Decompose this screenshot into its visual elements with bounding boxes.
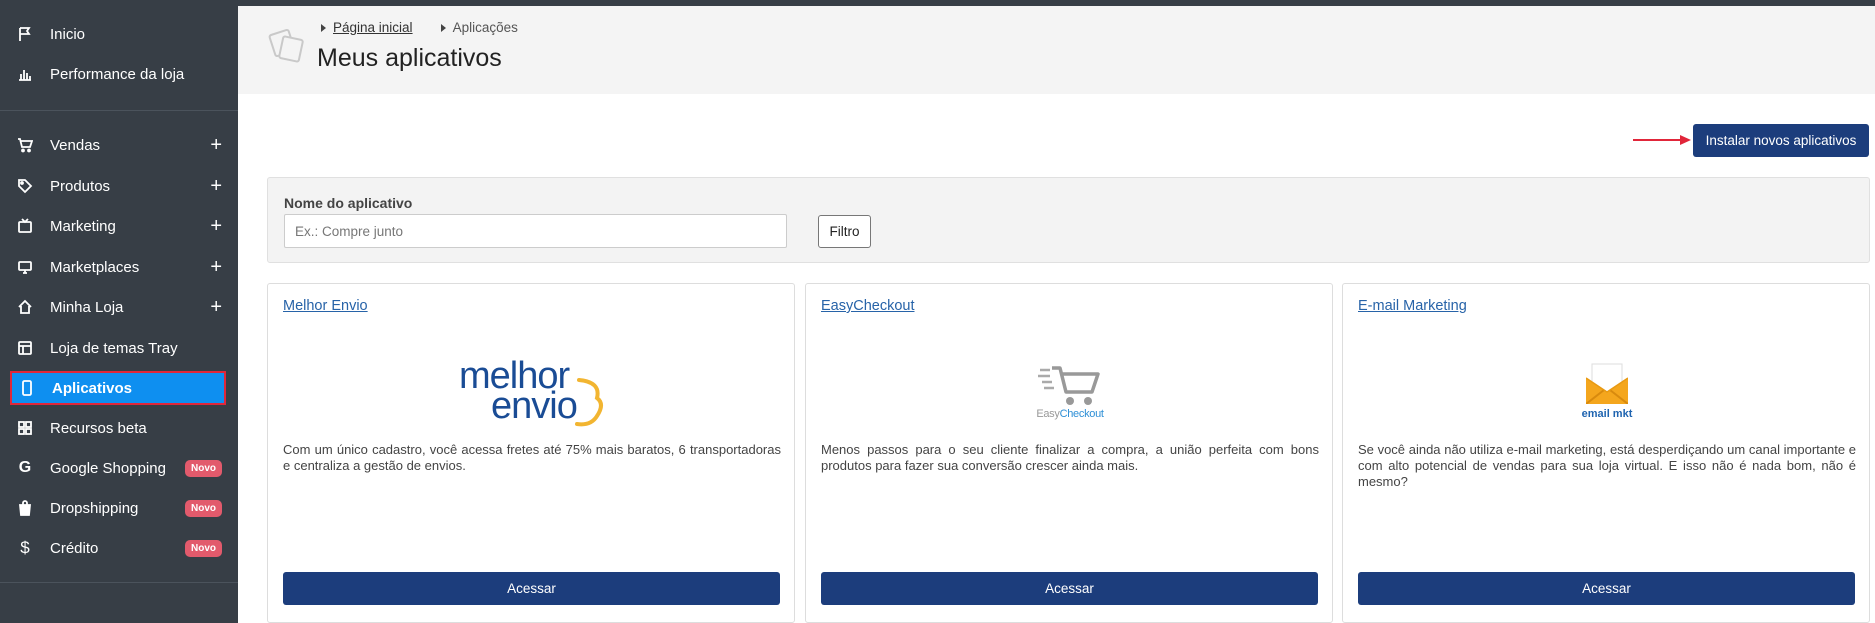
sidebar-item-credito[interactable]: $ Crédito Novo: [10, 532, 226, 564]
sidebar-divider: [0, 110, 238, 111]
sidebar-item-vendas[interactable]: Vendas +: [10, 129, 226, 161]
sidebar-item-label: Recursos beta: [50, 419, 147, 437]
sidebar-item-marketing[interactable]: Marketing +: [10, 210, 226, 242]
app-card-easycheckout: EasyCheckout EasyCheckout Menos passos p…: [805, 283, 1333, 623]
home-icon: [14, 296, 36, 318]
flag-icon: [14, 23, 36, 45]
app-description: Com um único cadastro, você acessa frete…: [283, 442, 781, 473]
filter-button[interactable]: Filtro: [818, 215, 871, 248]
dollar-icon: $: [20, 538, 30, 557]
sidebar-item-produtos[interactable]: Produtos +: [10, 170, 226, 202]
sidebar-item-marketplaces[interactable]: Marketplaces +: [10, 251, 226, 283]
filter-panel: Nome do aplicativo Filtro: [267, 177, 1870, 263]
sidebar-item-label: Minha Loja: [50, 298, 124, 316]
page-title: Meus aplicativos: [317, 44, 502, 72]
phone-icon: [16, 377, 38, 399]
sidebar-item-performance[interactable]: Performance da loja: [10, 58, 226, 90]
easycheckout-logo: EasyCheckout: [806, 354, 1334, 434]
sidebar-item-minha-loja[interactable]: Minha Loja +: [10, 291, 226, 323]
tv-icon: [14, 215, 36, 237]
app-title-link[interactable]: EasyCheckout: [821, 298, 915, 314]
grid-icon: [14, 417, 36, 439]
access-button[interactable]: Acessar: [821, 572, 1318, 605]
cart-logo-icon: [1038, 366, 1100, 405]
access-button[interactable]: Acessar: [283, 572, 780, 605]
app-title-link[interactable]: E-mail Marketing: [1358, 298, 1467, 314]
sidebar-item-label: Inicio: [50, 25, 86, 43]
sidebar-item-label: Crédito: [50, 539, 99, 557]
envelope-icon: [1586, 363, 1628, 404]
sidebar-item-dropshipping[interactable]: Dropshipping Novo: [10, 492, 226, 524]
caret-right-icon: [321, 23, 326, 32]
breadcrumb-current-label: Aplicações: [452, 20, 518, 35]
sidebar-item-recursos-beta[interactable]: Recursos beta: [10, 412, 226, 444]
sidebar-item-label: Performance da loja: [50, 65, 185, 83]
app-description: Menos passos para o seu cliente finaliza…: [821, 442, 1319, 473]
sidebar-item-label: Google Shopping: [50, 459, 166, 477]
melhor-envio-logo: melhor envio: [268, 354, 796, 434]
sidebar-item-label: Produtos: [50, 177, 111, 195]
expand-icon[interactable]: +: [210, 257, 222, 277]
sidebar-item-google-shopping[interactable]: G Google Shopping Novo: [10, 452, 226, 484]
tag-icon: [14, 175, 36, 197]
bar-chart-icon: [14, 63, 36, 85]
app-name-input[interactable]: [284, 214, 787, 248]
access-button[interactable]: Acessar: [1358, 572, 1855, 605]
install-apps-button[interactable]: Instalar novos aplicativos: [1693, 124, 1869, 157]
sidebar-item-label: Marketing: [50, 217, 116, 235]
logo-word-2: envio: [491, 385, 578, 427]
logo-word-2: Checkout: [1059, 408, 1104, 420]
new-badge: Novo: [185, 539, 222, 557]
sidebar-item-label: Dropshipping: [50, 499, 139, 517]
expand-icon[interactable]: +: [210, 135, 222, 155]
email-mkt-logo: email mkt: [1343, 354, 1871, 434]
sidebar-item-label: Loja de temas Tray: [50, 339, 178, 357]
bag-icon: [14, 497, 36, 519]
logo-word-1: email mkt: [1581, 408, 1633, 420]
breadcrumb-current: Aplicações: [440, 20, 518, 35]
google-icon: G: [18, 459, 32, 476]
sidebar-item-label: Marketplaces: [50, 258, 140, 276]
sidebar-item-inicio[interactable]: Inicio: [10, 18, 226, 50]
sidebar-item-label: Aplicativos: [52, 379, 133, 397]
monitor-icon: [14, 256, 36, 278]
new-badge: Novo: [185, 499, 222, 517]
new-badge: Novo: [185, 459, 222, 477]
sidebar: Inicio Performance da loja Vendas + Prod…: [0, 0, 238, 623]
cart-icon: [14, 134, 36, 156]
app-card-melhor-envio: Melhor Envio melhor envio Com um único c…: [267, 283, 795, 623]
caret-right-icon: [440, 23, 446, 32]
app-card-email-marketing: E-mail Marketing email mkt Se você ainda…: [1342, 283, 1870, 623]
expand-icon[interactable]: +: [210, 297, 222, 317]
sidebar-item-loja-temas[interactable]: Loja de temas Tray: [10, 332, 226, 364]
sidebar-item-aplicativos[interactable]: Aplicativos: [10, 371, 226, 405]
logo-word-1: Easy: [1036, 408, 1060, 420]
apps-icon: [268, 28, 304, 63]
app-title-link[interactable]: Melhor Envio: [283, 298, 368, 314]
logo-swoosh-icon: [575, 378, 603, 427]
breadcrumb: Página inicial Aplicações: [321, 20, 546, 35]
page-header: Página inicial Aplicações Meus aplicativ…: [238, 6, 1875, 94]
sidebar-divider: [0, 582, 238, 583]
breadcrumb-home: Página inicial: [321, 20, 413, 35]
breadcrumb-home-link[interactable]: Página inicial: [333, 20, 413, 35]
layout-icon: [14, 337, 36, 359]
app-root: Inicio Performance da loja Vendas + Prod…: [0, 0, 1875, 623]
app-description: Se você ainda não utiliza e-mail marketi…: [1358, 442, 1856, 489]
sidebar-item-label: Vendas: [50, 136, 101, 154]
expand-icon[interactable]: +: [210, 176, 222, 196]
expand-icon[interactable]: +: [210, 216, 222, 236]
annotation-arrow-icon: [1633, 135, 1691, 145]
filter-label: Nome do aplicativo: [284, 195, 413, 211]
